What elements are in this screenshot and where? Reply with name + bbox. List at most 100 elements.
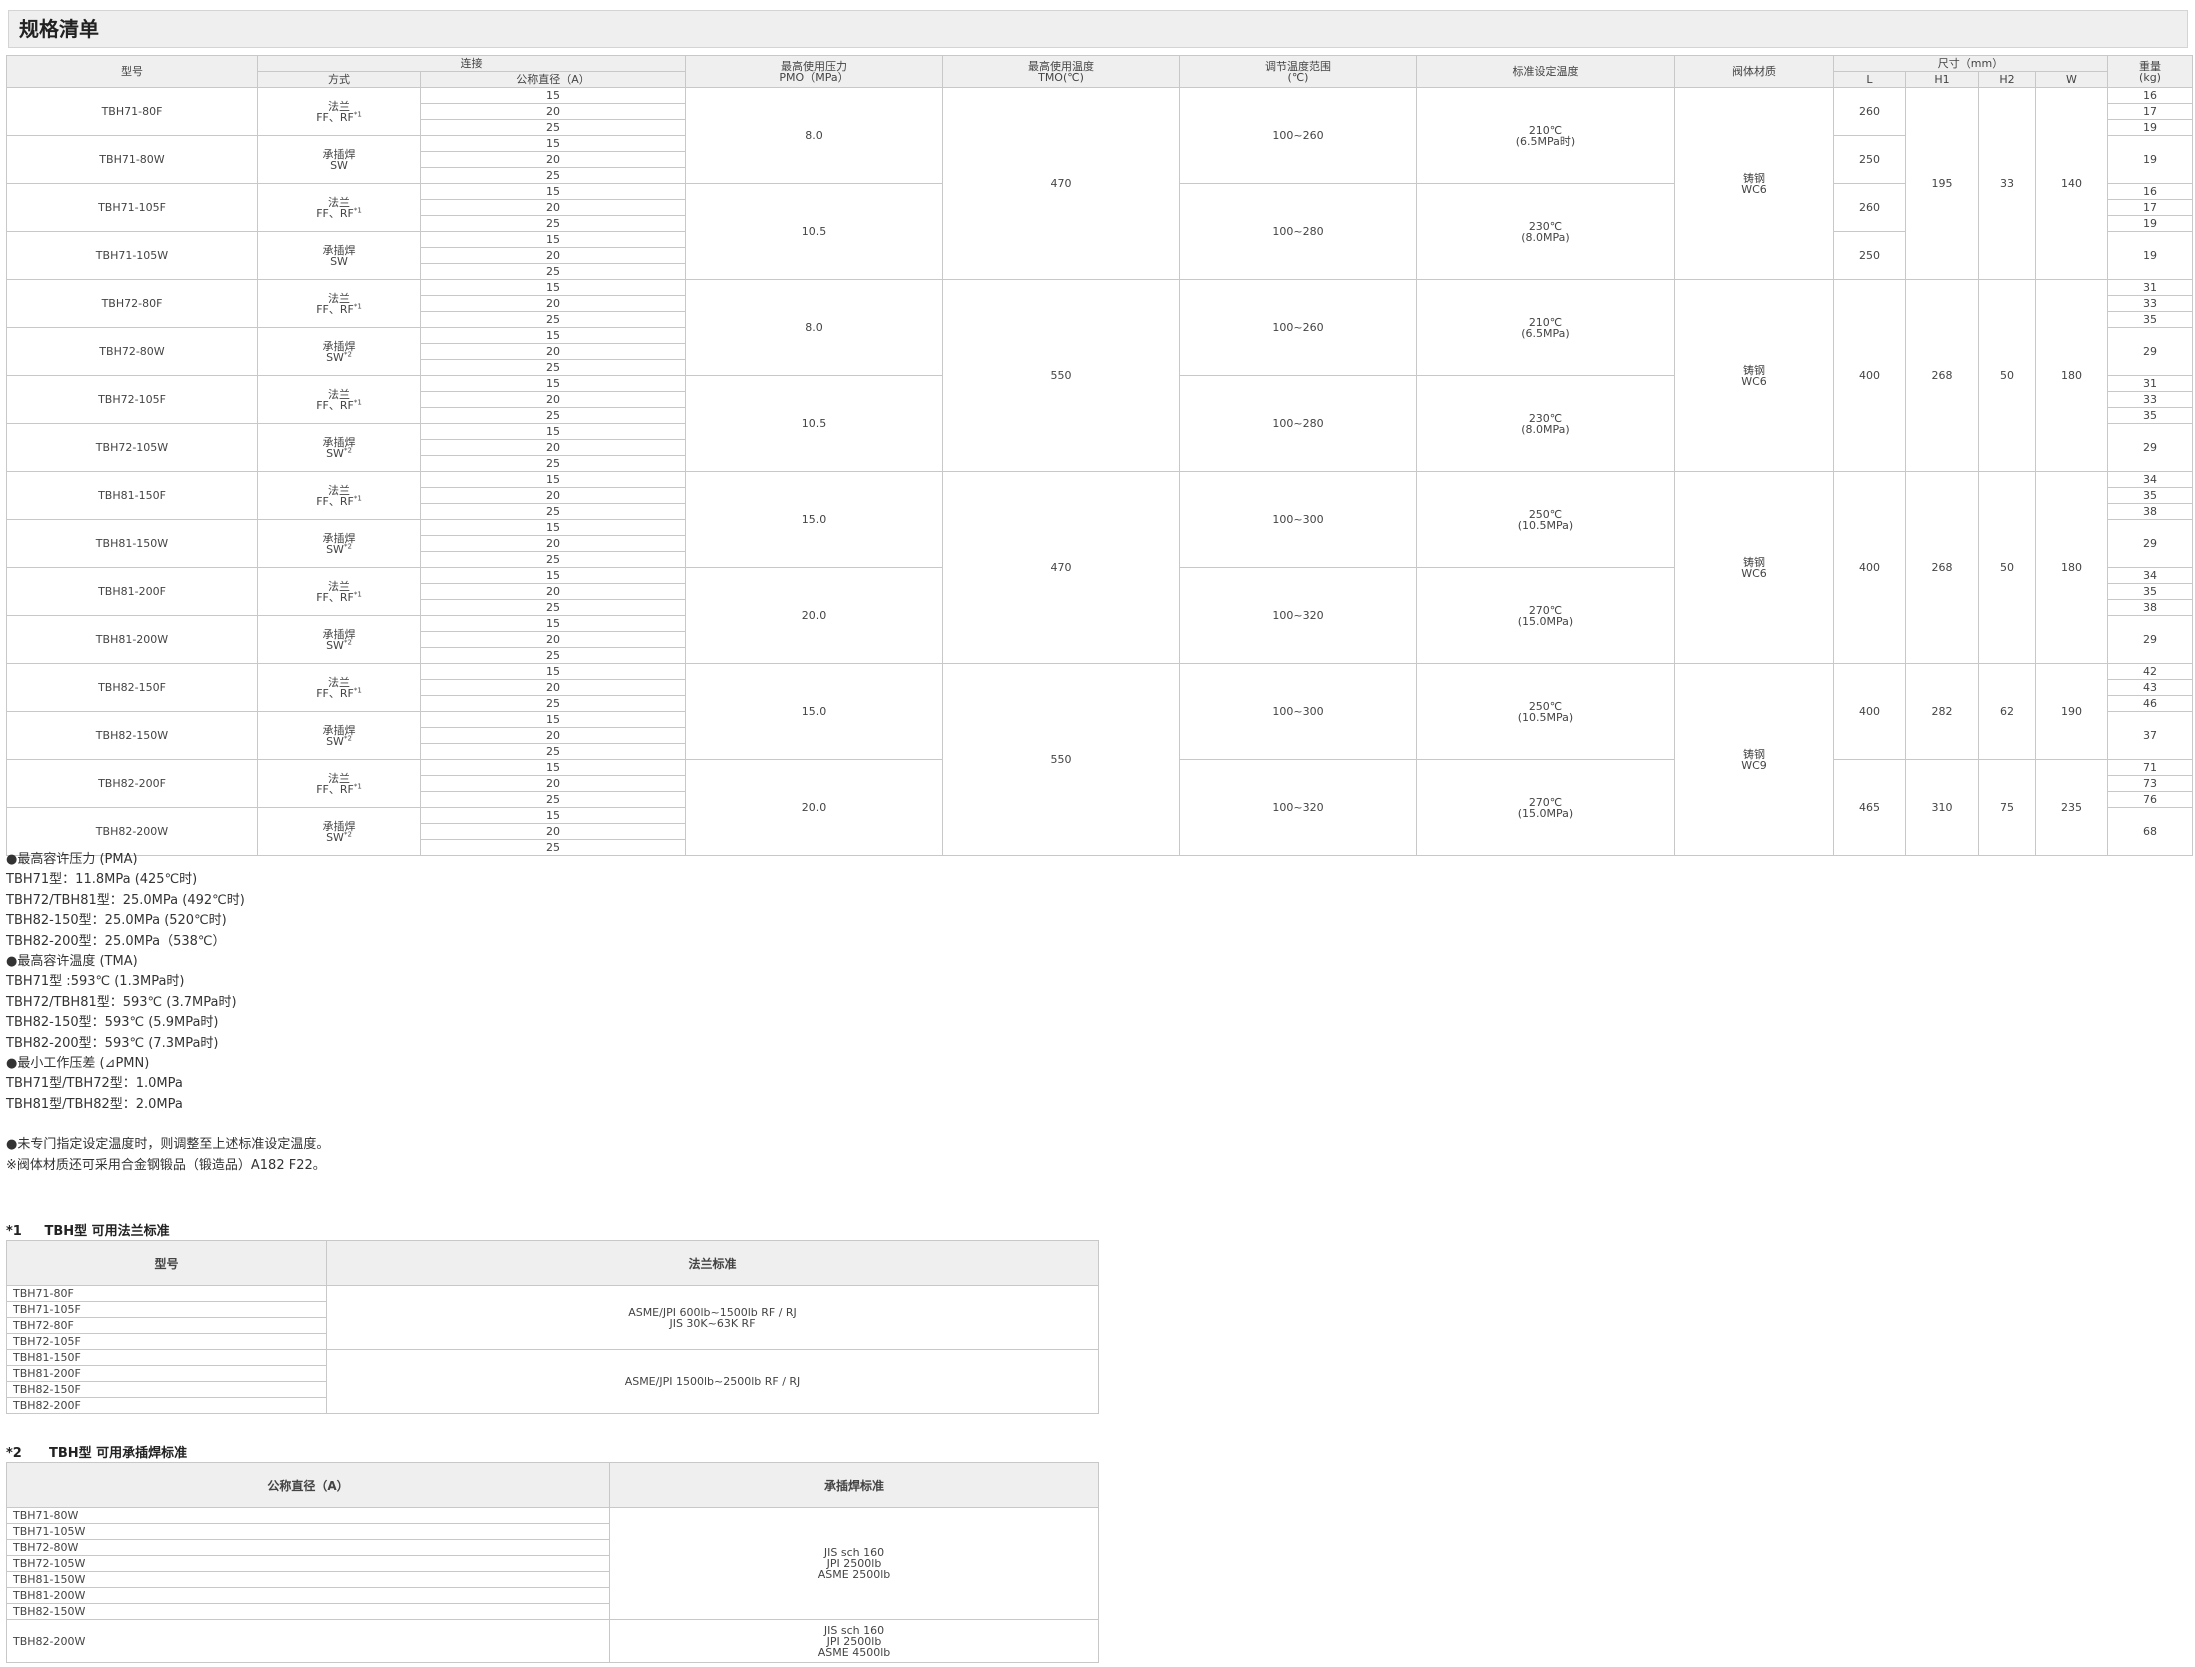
std-temp-cell: 270℃ (15.0MPa) <box>1416 567 1675 664</box>
connection-method-cell: 承插焊 SW*2 <box>257 519 421 568</box>
dim-W-cell: 235 <box>2035 759 2108 856</box>
dim-H1-cell: 268 <box>1905 279 1979 472</box>
nominal-size-cell: 15 <box>420 759 686 776</box>
note-line: TBH72/TBH81型：25.0MPa (492℃时) <box>6 892 245 908</box>
nominal-size-cell: 20 <box>420 103 686 120</box>
weight-cell: 35 <box>2107 407 2193 424</box>
note-line: TBH82-200型：25.0MPa（538℃） <box>6 933 226 949</box>
table-row: TBH72-105F <box>6 1333 327 1350</box>
note-line: ●最高容许压力 (PMA) <box>6 852 138 867</box>
dim-W-cell: 180 <box>2035 279 2108 472</box>
connection-method-cell: 法兰 FF、RF*1 <box>257 375 421 424</box>
weight-cell: 16 <box>2107 183 2193 200</box>
model-cell: TBH81-150F <box>6 471 258 520</box>
weight-cell: 29 <box>2107 615 2193 664</box>
note-line: ●最小工作压差 (⊿PMN) <box>6 1055 150 1071</box>
connection-method-cell: 承插焊 SW <box>257 135 421 184</box>
std-temp-cell: 250℃ (10.5MPa) <box>1416 663 1675 760</box>
pmo-cell: 15.0 <box>685 663 943 760</box>
model-cell: TBH82-200W <box>6 807 258 856</box>
note-line: ※阀体材质还可采用合金钢锻品（锻造品）A182 F22。 <box>6 1157 326 1173</box>
nominal-size-cell: 15 <box>420 327 686 344</box>
sw-table-title: *2 TBH型 可用承插焊标准 <box>6 1446 188 1461</box>
connection-method-cell: 法兰 FF、RF*1 <box>257 759 421 808</box>
std-temp-cell: 230℃ (8.0MPa) <box>1416 183 1675 280</box>
socket-weld-standard-cell: JIS sch 160 JPI 2500lb ASME 4500lb <box>609 1619 1099 1663</box>
weight-cell: 19 <box>2107 119 2193 136</box>
note-line: TBH82-200型：593℃ (7.3MPa时) <box>6 1035 219 1051</box>
table-row: TBH82-150F <box>6 1381 327 1398</box>
temp-range-cell: 100~280 <box>1179 375 1417 472</box>
header-std-temp: 标准设定温度 <box>1416 55 1675 88</box>
nominal-size-cell: 25 <box>420 743 686 760</box>
weight-cell: 35 <box>2107 311 2193 328</box>
flange-standard-table: 型号 法兰标准 TBH71-80F ASME/JPI 600lb~1500lb … <box>6 1240 1099 1414</box>
temp-range-cell: 100~260 <box>1179 279 1417 376</box>
nominal-size-cell: 25 <box>420 311 686 328</box>
nominal-size-cell: 20 <box>420 583 686 600</box>
note-line: TBH81型/TBH82型：2.0MPa <box>6 1096 183 1112</box>
flange-standard-cell: ASME/JPI 1500lb~2500lb RF / RJ <box>326 1349 1099 1414</box>
tmo-cell: 550 <box>942 279 1180 472</box>
model-cell: TBH71-80W <box>6 135 258 184</box>
dim-H1-cell: 195 <box>1905 87 1979 280</box>
connection-method-cell: 法兰 FF、RF*1 <box>257 183 421 232</box>
pmo-cell: 8.0 <box>685 279 943 376</box>
pmo-cell: 20.0 <box>685 567 943 664</box>
weight-cell: 38 <box>2107 503 2193 520</box>
weight-cell: 16 <box>2107 87 2193 104</box>
nominal-size-cell: 15 <box>420 279 686 296</box>
table-row: TBH81-150W <box>6 1571 610 1588</box>
dim-L-cell: 400 <box>1833 471 1906 664</box>
header-weight: 重量 (kg) <box>2107 55 2193 88</box>
material-cell: 铸钢 WC6 <box>1674 471 1834 664</box>
nominal-size-cell: 15 <box>420 231 686 248</box>
connection-method-cell: 法兰 FF、RF*1 <box>257 471 421 520</box>
weight-cell: 34 <box>2107 471 2193 488</box>
nominal-size-cell: 15 <box>420 567 686 584</box>
weight-cell: 17 <box>2107 103 2193 120</box>
temp-range-cell: 100~300 <box>1179 471 1417 568</box>
table-row: TBH82-200F <box>6 1397 327 1414</box>
nominal-size-cell: 15 <box>420 807 686 824</box>
connection-method-cell: 承插焊 SW <box>257 231 421 280</box>
nominal-size-cell: 20 <box>420 727 686 744</box>
header-connection: 连接 <box>257 55 686 72</box>
temp-range-cell: 100~260 <box>1179 87 1417 184</box>
nominal-size-cell: 25 <box>420 551 686 568</box>
table-row: TBH81-200F <box>6 1365 327 1382</box>
table-row: TBH71-105W <box>6 1523 610 1540</box>
model-cell: TBH71-80F <box>6 87 258 136</box>
connection-method-cell: 承插焊 SW*2 <box>257 711 421 760</box>
weight-cell: 29 <box>2107 327 2193 376</box>
nominal-size-cell: 15 <box>420 615 686 632</box>
nominal-size-cell: 15 <box>420 519 686 536</box>
flange-table-title: *1 TBH型 可用法兰标准 <box>6 1224 170 1239</box>
nominal-size-cell: 15 <box>420 471 686 488</box>
nominal-size-cell: 20 <box>420 823 686 840</box>
material-cell: 铸钢 WC6 <box>1674 279 1834 472</box>
weight-cell: 19 <box>2107 231 2193 280</box>
dim-H1-cell: 282 <box>1905 663 1979 760</box>
weight-cell: 19 <box>2107 135 2193 184</box>
dim-H2-cell: 50 <box>1978 471 2036 664</box>
header-range: 调节温度范围 (℃) <box>1179 55 1417 88</box>
dim-H2-cell: 75 <box>1978 759 2036 856</box>
nominal-size-cell: 25 <box>420 791 686 808</box>
page-title: 规格清单 <box>8 10 2188 48</box>
dim-L-cell: 260 <box>1833 87 1906 136</box>
nominal-size-cell: 20 <box>420 343 686 360</box>
weight-cell: 46 <box>2107 695 2193 712</box>
nominal-size-cell: 20 <box>420 391 686 408</box>
nominal-size-cell: 25 <box>420 263 686 280</box>
note-line <box>6 1115 329 1135</box>
model-cell: TBH71-105F <box>6 183 258 232</box>
nominal-size-cell: 15 <box>420 183 686 200</box>
dim-H1-cell: 268 <box>1905 471 1979 664</box>
spec-table: 型号 连接 最高使用压力 PMO（MPa） 最高使用温度 TMO(℃) 调节温度范围… <box>6 55 2193 856</box>
table-row: TBH82-200W <box>6 1619 610 1663</box>
tmo-cell: 550 <box>942 663 1180 856</box>
dim-L-cell: 400 <box>1833 663 1906 760</box>
header-material: 阀体材质 <box>1674 55 1834 88</box>
weight-cell: 19 <box>2107 215 2193 232</box>
